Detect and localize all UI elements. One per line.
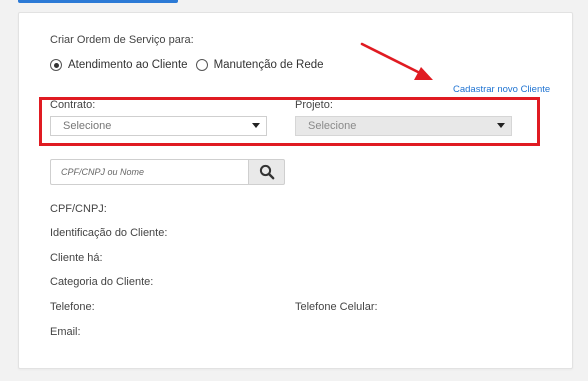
active-tab-indicator	[18, 0, 178, 3]
caret-down-icon	[497, 123, 505, 128]
client-search-group	[50, 159, 285, 185]
service-order-form-card: Criar Ordem de Serviço para: Atendimento…	[18, 12, 573, 369]
radio-option-network-maintenance[interactable]: Manutenção de Rede	[195, 59, 324, 71]
radio-option-customer-service[interactable]: Atendimento ao Cliente	[50, 59, 188, 71]
project-select: Selecione	[295, 116, 512, 136]
radio-label: Manutenção de Rede	[213, 59, 324, 71]
search-icon	[259, 164, 274, 180]
client-category-label: Categoria do Cliente:	[50, 276, 154, 288]
email-label: Email:	[50, 326, 81, 338]
contract-select[interactable]: Selecione	[50, 116, 267, 136]
mobile-phone-label: Telefone Celular:	[295, 301, 378, 313]
cpf-cnpj-label: CPF/CNPJ:	[50, 203, 107, 215]
contract-select-value: Selecione	[63, 120, 112, 132]
phone-label: Telefone:	[50, 301, 95, 313]
radio-button-checked[interactable]	[50, 59, 62, 71]
client-search-input[interactable]	[50, 159, 248, 185]
radio-button-unchecked[interactable]	[195, 59, 208, 71]
caret-down-icon	[252, 123, 260, 128]
client-since-label: Cliente há:	[50, 252, 103, 264]
client-identification-label: Identificação do Cliente:	[50, 227, 168, 239]
search-button[interactable]	[248, 159, 285, 185]
form-heading: Criar Ordem de Serviço para:	[50, 34, 194, 46]
contract-label: Contrato:	[50, 99, 96, 111]
register-new-client-link[interactable]: Cadastrar novo Cliente	[453, 84, 550, 95]
radio-label: Atendimento ao Cliente	[68, 59, 188, 71]
service-type-radio-group: Atendimento ao Cliente Manutenção de Red…	[50, 59, 332, 71]
project-label: Projeto:	[295, 99, 333, 111]
project-select-value: Selecione	[308, 120, 357, 132]
